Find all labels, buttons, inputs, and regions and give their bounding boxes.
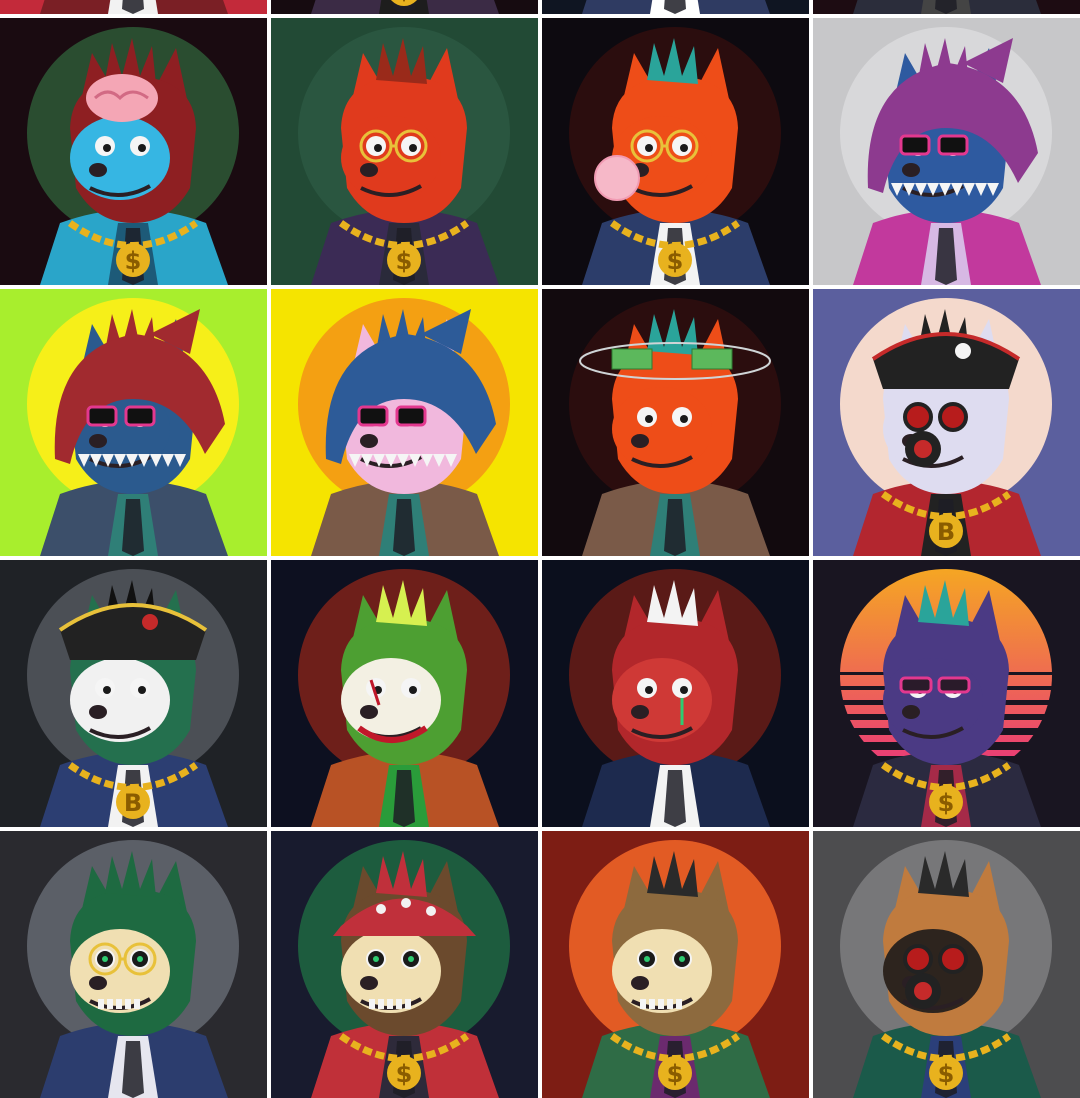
avatar-illustration [0, 831, 267, 1098]
avatar-tile[interactable]: $ [0, 18, 267, 285]
svg-text:$: $ [125, 247, 142, 275]
avatar-tile[interactable]: $ [271, 0, 538, 14]
avatar-tile[interactable] [542, 0, 809, 14]
avatar-tile[interactable]: B [0, 560, 267, 827]
avatar-illustration [271, 560, 538, 827]
avatar-tile[interactable] [271, 560, 538, 827]
avatar-illustration: $ [271, 18, 538, 285]
avatar-illustration [271, 289, 538, 556]
avatar-illustration: $ [271, 831, 538, 1098]
avatar-illustration [542, 289, 809, 556]
svg-text:B: B [937, 518, 955, 546]
avatar-tile[interactable] [0, 289, 267, 556]
avatar-illustration [0, 0, 267, 14]
avatar-illustration [542, 0, 809, 14]
avatar-tile[interactable]: $ [542, 18, 809, 285]
svg-text:$: $ [667, 247, 684, 275]
svg-text:B: B [124, 789, 142, 817]
avatar-tile[interactable] [542, 560, 809, 827]
avatar-illustration: $ [542, 831, 809, 1098]
avatar-tile[interactable] [813, 18, 1080, 285]
avatar-illustration: $ [271, 0, 538, 14]
avatar-illustration: B [0, 560, 267, 827]
svg-text:$: $ [938, 789, 955, 817]
avatar-illustration: $ [542, 18, 809, 285]
nft-avatar-grid: $ $ $ $ B B $ $ $ $ [0, 0, 1080, 1098]
svg-text:$: $ [938, 1060, 955, 1088]
avatar-illustration: $ [0, 18, 267, 285]
avatar-tile[interactable] [813, 0, 1080, 14]
avatar-illustration [542, 560, 809, 827]
avatar-tile[interactable]: $ [271, 831, 538, 1098]
avatar-illustration: $ [813, 560, 1080, 827]
svg-text:$: $ [667, 1060, 684, 1088]
avatar-tile[interactable]: B [813, 289, 1080, 556]
avatar-tile[interactable]: $ [542, 831, 809, 1098]
svg-text:$: $ [396, 247, 413, 275]
avatar-tile[interactable]: $ [813, 831, 1080, 1098]
avatar-tile[interactable]: $ [271, 18, 538, 285]
avatar-tile[interactable] [542, 289, 809, 556]
avatar-illustration [813, 18, 1080, 285]
avatar-tile[interactable] [0, 831, 267, 1098]
avatar-tile[interactable] [0, 0, 267, 14]
avatar-illustration [813, 0, 1080, 14]
avatar-tile[interactable]: $ [813, 560, 1080, 827]
avatar-illustration: $ [813, 831, 1080, 1098]
svg-text:$: $ [396, 1060, 413, 1088]
avatar-illustration [0, 289, 267, 556]
svg-text:$: $ [396, 0, 413, 4]
avatar-illustration: B [813, 289, 1080, 556]
avatar-tile[interactable] [271, 289, 538, 556]
